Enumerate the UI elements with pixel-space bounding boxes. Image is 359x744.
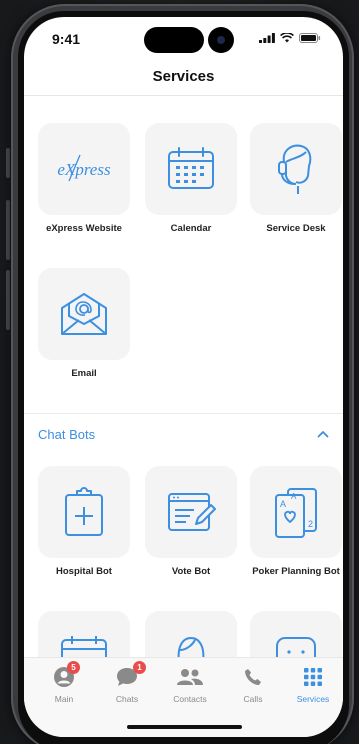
tile-icon-box	[38, 611, 130, 657]
contacts-icon	[177, 669, 203, 685]
tab-calls[interactable]: Calls	[223, 666, 283, 704]
tab-icon-wrap: 5	[34, 661, 94, 688]
unread-badge: 5	[67, 661, 80, 674]
playing-cards-icon: A A 2	[275, 488, 317, 538]
tile-icon-box	[145, 611, 237, 657]
tab-label: Calls	[243, 694, 263, 704]
tile-icon-box	[38, 466, 130, 558]
volume-down-button	[6, 270, 10, 330]
signal-icon	[259, 33, 275, 43]
face-icon	[177, 636, 205, 657]
service-tile-service-desk[interactable]: Service Desk	[249, 123, 343, 234]
tile-label: Email	[71, 368, 97, 379]
tile-icon-box: A A 2	[250, 466, 342, 558]
mute-switch	[6, 148, 10, 178]
tile-icon-box: eXpress	[38, 123, 130, 215]
bot-tile[interactable]	[37, 611, 131, 657]
status-bar: 9:41	[24, 17, 343, 63]
tab-label: Contacts	[173, 694, 207, 704]
battery-icon	[299, 33, 321, 43]
front-camera	[208, 27, 234, 53]
unread-badge: 1	[133, 661, 146, 674]
tab-bar: 5 Main 1 Chats Contacts Calls Services	[24, 657, 343, 737]
bot-tile-vote[interactable]: Vote Bot	[144, 466, 238, 577]
tab-contacts[interactable]: Contacts	[160, 666, 220, 704]
email-icon	[61, 293, 107, 335]
bot-tile-hospital[interactable]: Hospital Bot	[37, 466, 131, 577]
tile-label: Vote Bot	[171, 566, 211, 577]
smile-icon	[276, 637, 316, 657]
service-tile-express-website[interactable]: eXpress eXpress Website	[37, 123, 131, 234]
status-time: 9:41	[52, 31, 81, 47]
dynamic-island	[144, 27, 204, 53]
tile-label: Hospital Bot	[56, 566, 112, 577]
tile-icon-box	[145, 466, 237, 558]
services-content[interactable]: eXpress eXpress Website Calendar Service…	[24, 96, 343, 657]
tile-label: eXpress Website	[46, 223, 122, 234]
service-tile-calendar[interactable]: Calendar	[144, 123, 238, 234]
tab-icon-wrap: 1	[97, 661, 157, 688]
device-stage: 9:41 Services eXpress eXpress Website Ca…	[0, 0, 359, 744]
tile-label: Service Desk	[266, 223, 326, 234]
svg-text:eXpress: eXpress	[57, 160, 111, 179]
home-indicator[interactable]	[127, 725, 242, 729]
tab-label: Main	[54, 694, 74, 704]
clipboard-plus-icon	[65, 487, 103, 536]
tile-icon-box	[250, 611, 342, 657]
page-title: Services	[152, 68, 215, 85]
svg-text:2: 2	[308, 519, 313, 529]
calendar-icon	[168, 147, 214, 189]
bot-tile[interactable]	[144, 611, 238, 657]
tab-chats[interactable]: 1 Chats	[97, 661, 157, 704]
chevron-up-icon[interactable]	[317, 430, 329, 438]
tab-label: Services	[296, 694, 330, 704]
tile-icon-box	[38, 268, 130, 360]
tile-icon-box	[250, 123, 342, 215]
phone-screen: 9:41 Services eXpress eXpress Website Ca…	[24, 17, 343, 737]
tile-icon-box	[145, 123, 237, 215]
svg-text:A: A	[291, 492, 297, 501]
tab-icon-wrap	[223, 666, 283, 688]
tab-main[interactable]: 5 Main	[34, 661, 94, 704]
tab-services[interactable]: Services	[283, 666, 343, 704]
tab-icon-wrap	[283, 666, 343, 688]
volume-up-button	[6, 200, 10, 260]
tab-icon-wrap	[160, 666, 220, 688]
status-icons	[259, 33, 321, 43]
section-divider	[24, 413, 343, 414]
service-desk-icon	[278, 144, 312, 194]
tile-label: Poker Planning Bot	[252, 566, 340, 577]
service-tile-email[interactable]: Email	[37, 268, 131, 379]
svg-text:A: A	[280, 499, 286, 509]
phone-icon	[245, 669, 261, 685]
wifi-icon	[280, 33, 294, 43]
bot-tile[interactable]	[249, 611, 343, 657]
calendar-icon	[61, 636, 107, 657]
tile-label: Calendar	[170, 223, 212, 234]
chat-bots-section-header[interactable]: Chat Bots	[38, 423, 329, 445]
section-title: Chat Bots	[38, 426, 96, 442]
tab-label: Chats	[115, 694, 139, 704]
vote-form-icon	[168, 493, 216, 531]
bot-tile-poker-planning[interactable]: A A 2 Poker Planning Bot	[249, 466, 343, 577]
express-logo-icon: eXpress	[57, 154, 111, 182]
grid-icon	[304, 668, 322, 686]
